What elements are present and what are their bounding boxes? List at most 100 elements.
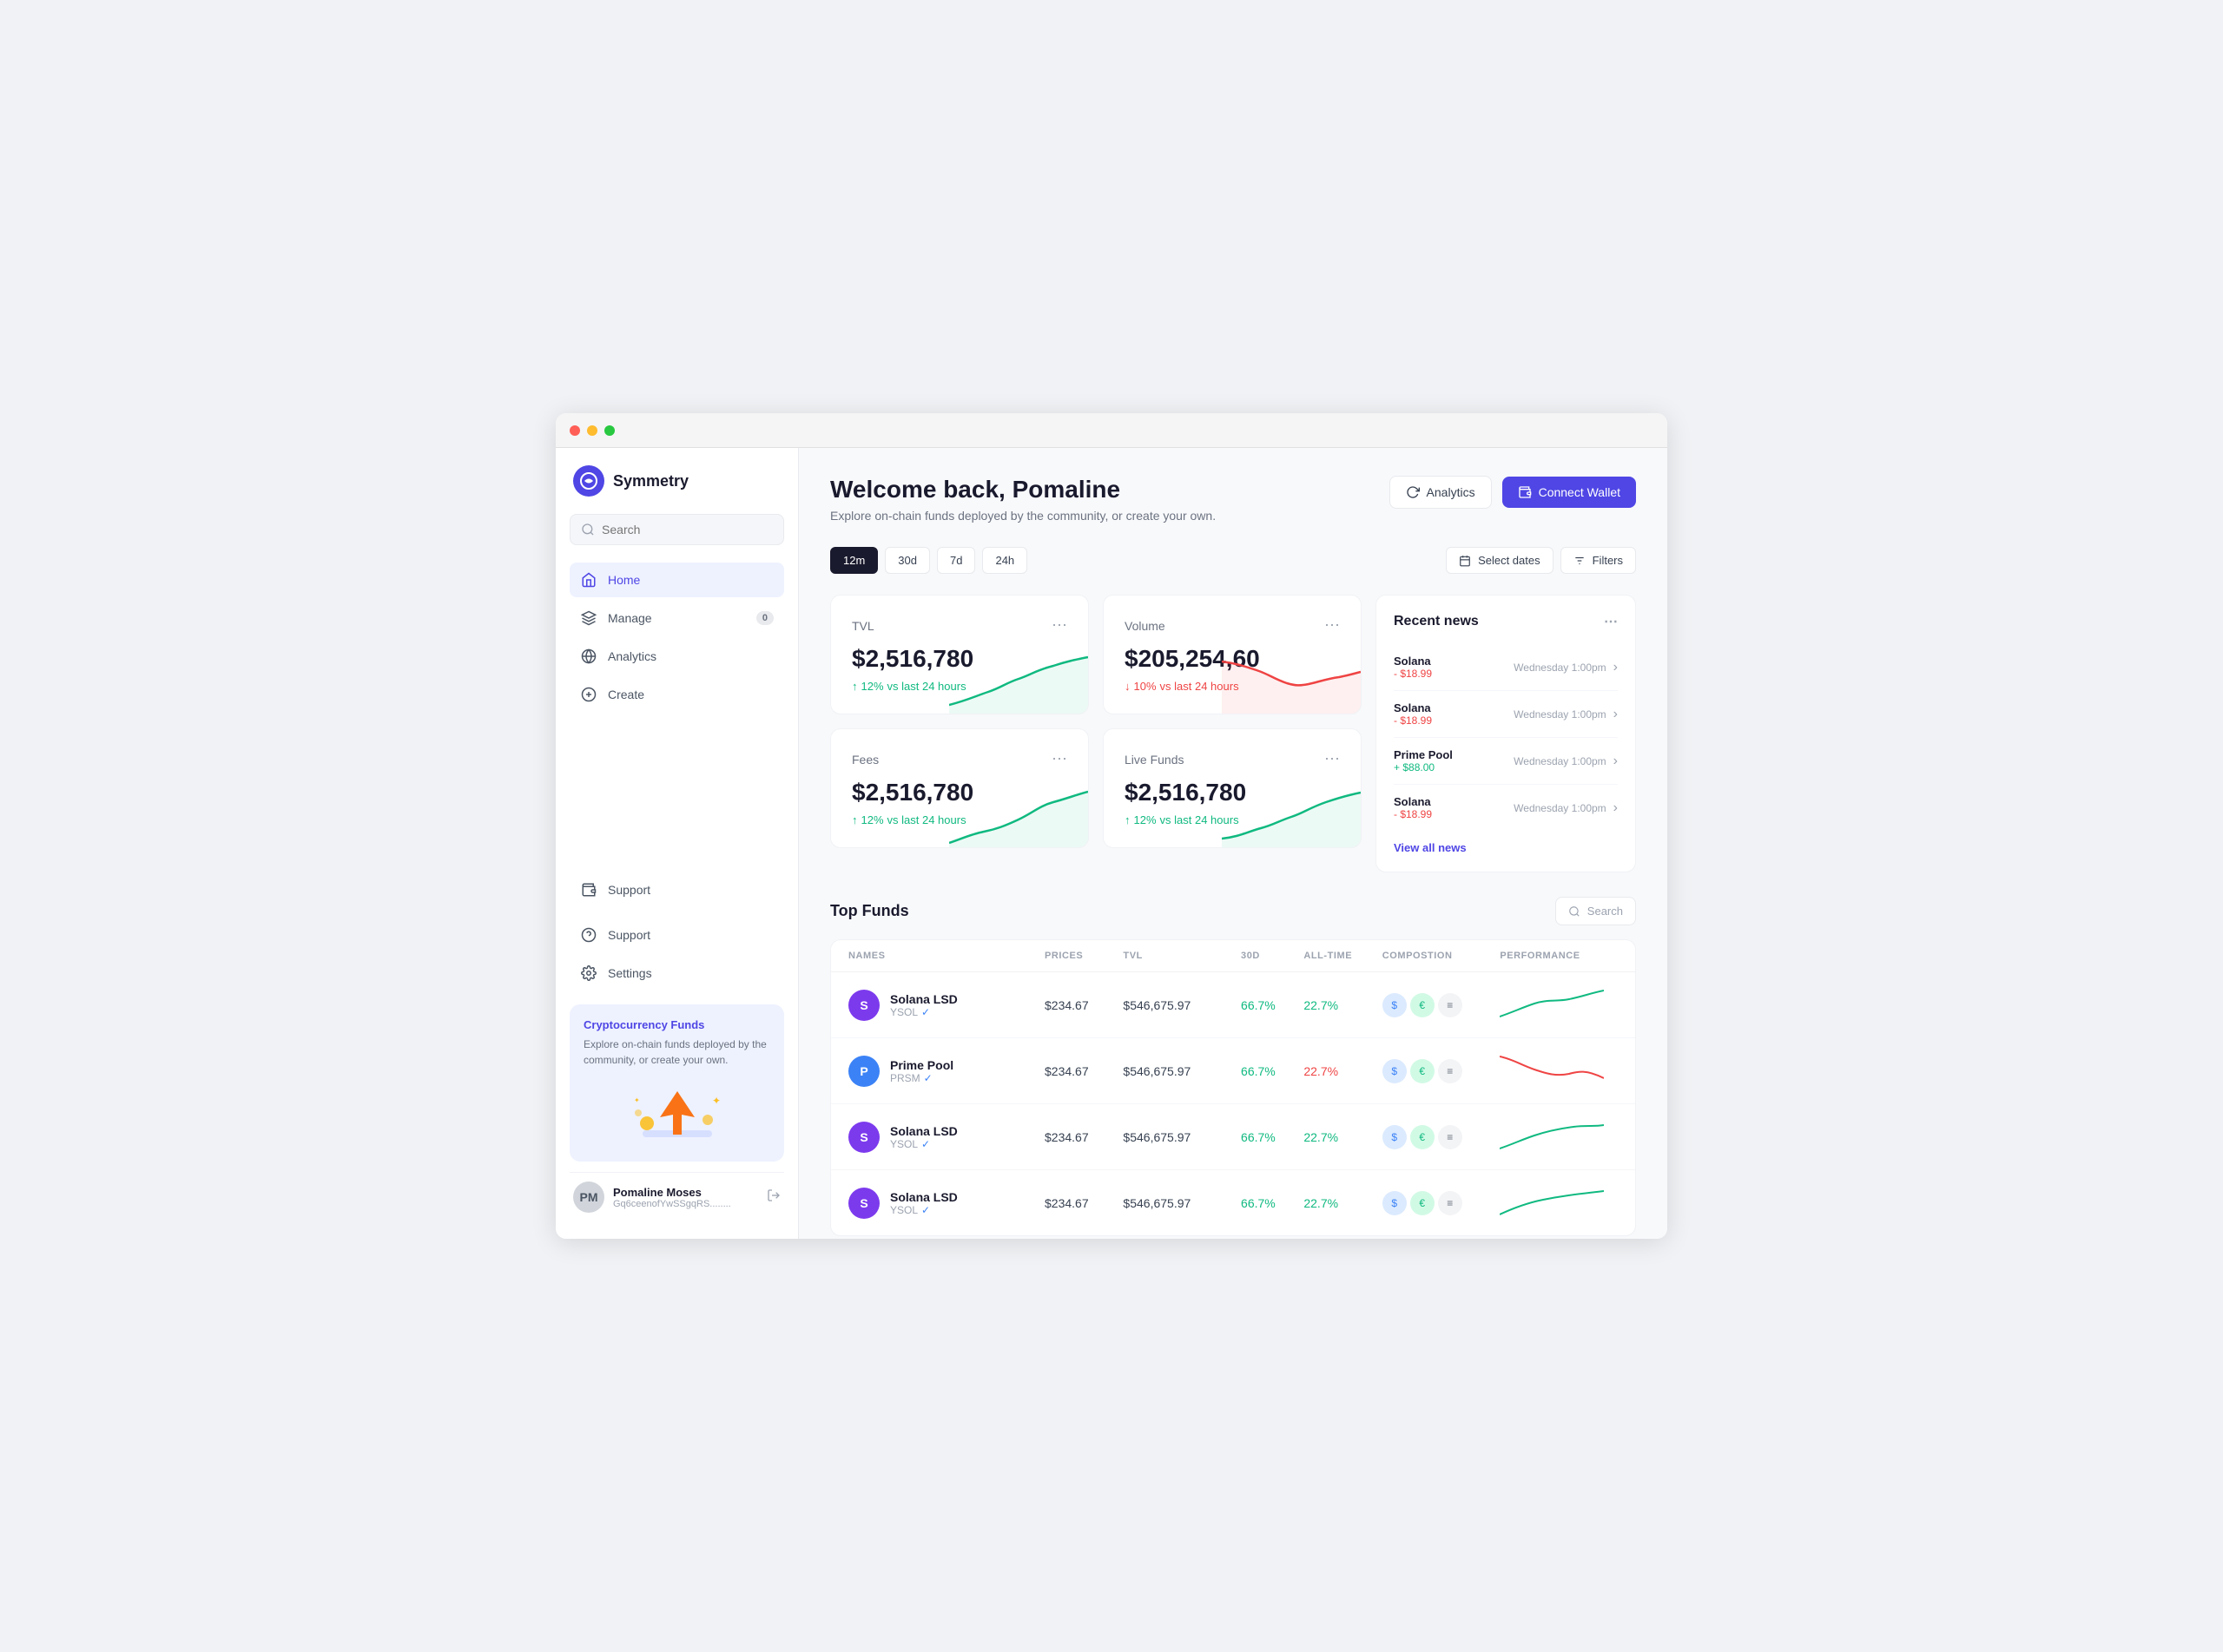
news-title: Recent news ⋯ xyxy=(1394,613,1618,630)
news-time-2: Wednesday 1:00pm xyxy=(1514,755,1606,767)
news-time-3: Wednesday 1:00pm xyxy=(1514,802,1606,814)
perf-chart-3 xyxy=(1500,1184,1604,1219)
analytics-button[interactable]: Analytics xyxy=(1389,476,1492,509)
select-dates-button[interactable]: Select dates xyxy=(1446,547,1553,574)
time-filter-30d[interactable]: 30d xyxy=(885,547,930,574)
app-body: Symmetry Home xyxy=(556,448,1667,1239)
logo-icon xyxy=(573,465,604,497)
symmetry-logo-svg xyxy=(580,472,597,490)
search-box[interactable] xyxy=(570,514,784,545)
col-names: NAMES xyxy=(848,951,1045,961)
fees-label-row: Fees ⋯ xyxy=(852,750,1067,768)
svg-text:✦: ✦ xyxy=(712,1095,721,1107)
fund-alltime-0: 22.7% xyxy=(1303,998,1382,1012)
sidebar-item-create[interactable]: Create xyxy=(570,677,784,712)
stats-col-2: Volume ⋯ $205,254,60 ↓ 10% vs last 24 ho… xyxy=(1103,595,1362,872)
filter-icon xyxy=(1573,555,1586,567)
filters-button[interactable]: Filters xyxy=(1560,547,1636,574)
news-menu[interactable]: ⋯ xyxy=(1604,613,1618,630)
minimize-dot[interactable] xyxy=(587,425,597,436)
fees-change-pct: 12% xyxy=(861,813,884,826)
main-content: Welcome back, Pomaline Explore on-chain … xyxy=(799,448,1667,1239)
user-info: Pomaline Moses Gq6ceenofYwSSgqRS........ xyxy=(613,1186,758,1209)
live-funds-change-pct: 12% xyxy=(1134,813,1157,826)
sidebar-item-settings[interactable]: Settings xyxy=(570,956,784,991)
fund-alltime-2: 22.7% xyxy=(1303,1130,1382,1144)
fund-avatar-0: S xyxy=(848,990,880,1021)
table-row[interactable]: S Solana LSD YSOL ✓ $234.67 $546,675.97 … xyxy=(831,1170,1635,1235)
search-icon xyxy=(581,522,595,537)
sidebar-item-support[interactable]: Support xyxy=(570,918,784,952)
wallet-btn-icon xyxy=(1518,485,1532,499)
promo-illustration: ✦ ✦ xyxy=(584,1078,770,1148)
close-dot[interactable] xyxy=(570,425,580,436)
news-card: Recent news ⋯ Solana - $18.99 Wednesday … xyxy=(1375,595,1636,872)
top-funds-title: Top Funds xyxy=(830,902,909,920)
fullscreen-dot[interactable] xyxy=(604,425,615,436)
top-funds-header: Top Funds Search xyxy=(830,897,1636,925)
volume-menu[interactable]: ⋯ xyxy=(1324,616,1340,635)
search-input[interactable] xyxy=(602,523,773,536)
sidebar-item-connect-wallet[interactable]: Support xyxy=(570,872,784,907)
fund-alltime-1: 22.7% xyxy=(1303,1064,1382,1078)
tvl-menu[interactable]: ⋯ xyxy=(1052,616,1067,635)
news-item-0[interactable]: Solana - $18.99 Wednesday 1:00pm › xyxy=(1394,644,1618,691)
promo-title: Cryptocurrency Funds xyxy=(584,1018,770,1031)
news-info-2: Prime Pool + $88.00 xyxy=(1394,748,1514,773)
comp-icon-blue-0: $ xyxy=(1382,993,1407,1017)
comp-icon-green-2: € xyxy=(1410,1125,1435,1149)
fund-ticker-3: YSOL ✓ xyxy=(890,1204,958,1216)
fund-tvl-3: $546,675.97 xyxy=(1123,1196,1241,1210)
analytics-button-label: Analytics xyxy=(1427,485,1475,499)
create-label: Create xyxy=(608,688,644,701)
view-all-news-link[interactable]: View all news xyxy=(1394,841,1618,854)
comp-icon-blue-2: $ xyxy=(1382,1125,1407,1149)
news-item-1[interactable]: Solana - $18.99 Wednesday 1:00pm › xyxy=(1394,691,1618,738)
time-filter-24h[interactable]: 24h xyxy=(982,547,1027,574)
news-coin-0: Solana xyxy=(1394,655,1514,668)
settings-icon xyxy=(580,964,597,982)
help-circle-icon xyxy=(580,926,597,944)
table-header: NAMES PRICES TVL 30D ALL-TIME COMPOSTION… xyxy=(831,940,1635,972)
col-alltime: ALL-TIME xyxy=(1303,951,1382,961)
logout-icon[interactable] xyxy=(767,1188,781,1207)
plus-circle-icon xyxy=(580,686,597,703)
tvl-label: TVL xyxy=(852,619,874,633)
col-performance: PERFORMANCE xyxy=(1500,951,1618,961)
settings-label: Settings xyxy=(608,966,652,980)
col-30d: 30D xyxy=(1241,951,1303,961)
table-row[interactable]: S Solana LSD YSOL ✓ $234.67 $546,675.97 … xyxy=(831,972,1635,1038)
col-tvl: TVL xyxy=(1123,951,1241,961)
stat-card-tvl: TVL ⋯ $2,516,780 ↑ 12% vs last 24 hours xyxy=(830,595,1089,714)
fees-menu[interactable]: ⋯ xyxy=(1052,750,1067,768)
connect-wallet-button[interactable]: Connect Wallet xyxy=(1502,477,1636,508)
sidebar-item-manage[interactable]: Manage 0 xyxy=(570,601,784,635)
fund-tvl-1: $546,675.97 xyxy=(1123,1064,1241,1078)
welcome-section: Welcome back, Pomaline Explore on-chain … xyxy=(830,476,1216,523)
time-filter-12m[interactable]: 12m xyxy=(830,547,878,574)
home-icon xyxy=(580,571,597,589)
table-row[interactable]: P Prime Pool PRSM ✓ $234.67 $546,675.97 … xyxy=(831,1038,1635,1104)
verified-0: ✓ xyxy=(921,1006,930,1018)
fees-label: Fees xyxy=(852,753,879,767)
fund-avatar-2: S xyxy=(848,1122,880,1153)
table-row[interactable]: S Solana LSD YSOL ✓ $234.67 $546,675.97 … xyxy=(831,1104,1635,1170)
volume-chart xyxy=(1222,653,1361,714)
sidebar-item-home[interactable]: Home xyxy=(570,563,784,597)
promo-image-svg: ✦ ✦ xyxy=(625,1087,729,1148)
news-time-1: Wednesday 1:00pm xyxy=(1514,708,1606,721)
news-price-0: - $18.99 xyxy=(1394,668,1514,680)
news-item-2[interactable]: Prime Pool + $88.00 Wednesday 1:00pm › xyxy=(1394,738,1618,785)
time-filter-7d[interactable]: 7d xyxy=(937,547,975,574)
live-funds-menu[interactable]: ⋯ xyxy=(1324,750,1340,768)
time-filters: 12m 30d 7d 24h Select dates xyxy=(830,547,1636,574)
tvl-label-row: TVL ⋯ xyxy=(852,616,1067,635)
sidebar-item-analytics[interactable]: Analytics xyxy=(570,639,784,674)
news-price-3: - $18.99 xyxy=(1394,808,1514,820)
funds-search-box[interactable]: Search xyxy=(1555,897,1636,925)
news-item-3[interactable]: Solana - $18.99 Wednesday 1:00pm › xyxy=(1394,785,1618,831)
fund-name-1: Prime Pool xyxy=(890,1058,953,1072)
user-address: Gq6ceenofYwSSgqRS........ xyxy=(613,1199,758,1209)
fund-avatar-1: P xyxy=(848,1056,880,1087)
news-price-2: + $88.00 xyxy=(1394,761,1514,773)
